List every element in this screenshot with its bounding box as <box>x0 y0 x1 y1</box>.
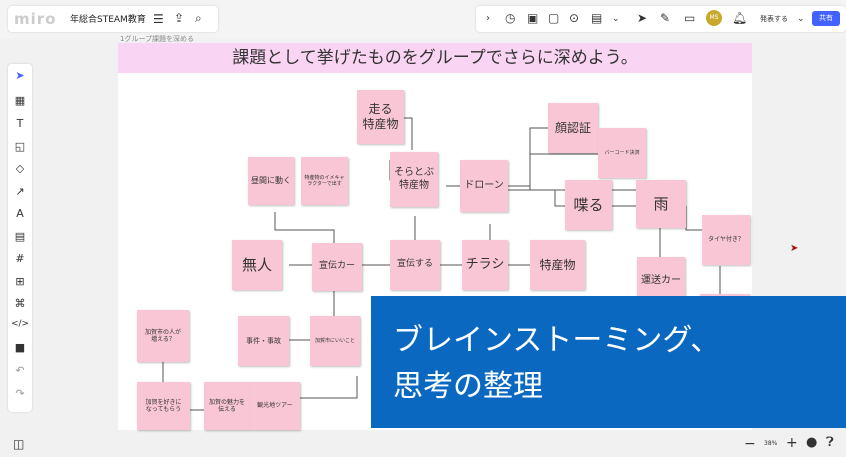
sticky-note[interactable]: 顔認証 <box>548 103 598 153</box>
sticky-note[interactable]: 加賀の魅力を 伝える <box>204 382 250 430</box>
sticky-note[interactable]: チラシ <box>462 240 508 290</box>
zoom-level[interactable]: 38% <box>764 440 777 447</box>
sticky-note[interactable]: 加賀市にいいこと <box>310 316 360 366</box>
sticky-note[interactable]: ドローン <box>460 160 508 212</box>
zoom-in-icon[interactable]: + <box>786 436 798 450</box>
sticky-note[interactable]: 加賀を好きに なってもらう <box>137 382 190 430</box>
help-icon[interactable]: ❓︎ <box>826 436 834 449</box>
zoom-controls: − 38% + ● ❓︎ <box>736 434 846 454</box>
sticky-note[interactable]: 雨 <box>636 180 686 228</box>
sticky-note[interactable]: 喋る <box>565 180 612 230</box>
mouse-cursor-icon: ➤ <box>790 243 799 254</box>
sticky-note[interactable]: 加賀市の人が 増える？ <box>137 310 189 362</box>
fit-icon[interactable]: ● <box>806 436 817 449</box>
overlay-caption-box: ブレインストーミング、 思考の整理 <box>371 296 846 428</box>
sticky-note[interactable]: 事件・事故 <box>238 316 289 366</box>
sticky-note[interactable]: バーコード決済 <box>598 128 646 178</box>
sticky-note[interactable]: 無人 <box>232 240 282 290</box>
sticky-note[interactable]: 特産物のイメキャラクターで出す <box>301 157 348 205</box>
overlay-caption: ブレインストーミング、 思考の整理 <box>393 323 721 404</box>
sticky-note[interactable]: 宣伝カー <box>312 243 362 291</box>
sticky-note[interactable]: 観光地ツアー <box>250 382 300 430</box>
sticky-note[interactable]: 走る 特産物 <box>357 90 404 144</box>
sticky-note[interactable]: 宣伝する <box>390 240 440 290</box>
sticky-note[interactable]: そらとぶ 特産物 <box>390 152 438 207</box>
zoom-out-icon[interactable]: − <box>744 437 756 451</box>
sticky-note[interactable]: 特産物 <box>530 240 585 290</box>
sticky-note[interactable]: 昼間に動く <box>248 157 294 205</box>
sticky-note[interactable]: タイヤ付き？ <box>702 215 750 265</box>
